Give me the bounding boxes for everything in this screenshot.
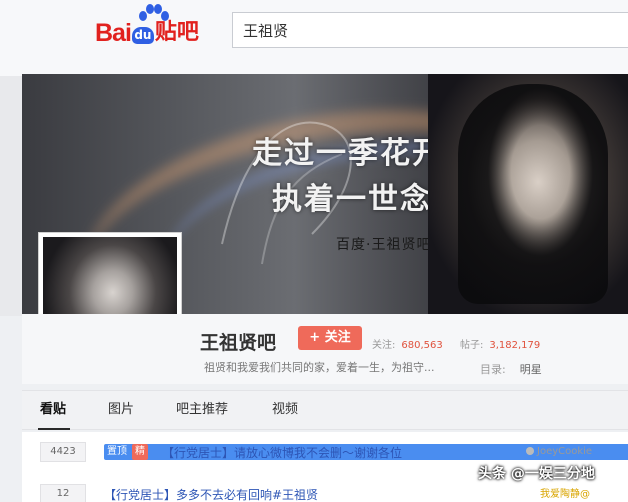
post-author[interactable]: JoeyCookie [526, 446, 592, 457]
logo-bai-text: Bai [95, 19, 132, 47]
follow-button[interactable]: + 关注 [298, 326, 362, 350]
tieba-page: Bai du 贴吧 走过一季花开 执着一世念想 百度·王祖贤吧 王祖贤吧 + 关… [0, 0, 628, 502]
banner-slogan-line1: 走过一季花开 [252, 136, 444, 171]
search-input[interactable] [233, 13, 628, 47]
followers-stat: 关注: 680,563 [372, 336, 443, 351]
user-tag-yellow: 我爱陶静@ [540, 489, 590, 500]
post-reply-count: 12 [40, 484, 86, 502]
left-background-strip [0, 76, 22, 316]
post-badge-fine: 精 [132, 444, 148, 460]
post-title[interactable]: 【行党居士】多多不去必有回响#王祖贤 [104, 486, 318, 502]
logo-paw-du: du [131, 27, 154, 44]
directory-value[interactable]: 明星 [520, 363, 542, 376]
paw-icon [139, 4, 169, 21]
forum-description: 祖贤和我爱我们共同的家，爱着一生，为祖守... [204, 361, 435, 374]
tab-posts[interactable]: 看贴 [40, 398, 66, 417]
post-title[interactable]: 【行党居士】请放心微博我不会删～谢谢各位 [162, 444, 402, 461]
posts-label: 帖子: [460, 340, 484, 351]
active-tab-indicator [38, 428, 70, 430]
followers-label: 关注: [372, 340, 396, 351]
forum-name[interactable]: 王祖贤吧 [200, 328, 276, 355]
banner-portrait-image [428, 74, 628, 314]
user-icon [526, 447, 534, 455]
toutiao-watermark: 头条 @一娱三分地 [478, 466, 595, 482]
tab-recommended[interactable]: 吧主推荐 [176, 398, 228, 417]
search-box[interactable] [232, 12, 628, 48]
banner-signature: 百度·王祖贤吧 [336, 237, 432, 253]
banner-portrait-hair [458, 84, 608, 304]
post-author-name: JoeyCookie [537, 446, 593, 457]
post-reply-count: 4423 [40, 442, 86, 462]
tab-videos[interactable]: 视频 [272, 398, 298, 417]
posts-stat: 帖子: 3,182,179 [460, 336, 540, 351]
followers-value: 680,563 [401, 340, 443, 351]
forum-directory: 目录: 明星 [480, 361, 542, 377]
directory-label: 目录: [480, 363, 506, 376]
tab-images[interactable]: 图片 [108, 398, 134, 417]
posts-value: 3,182,179 [489, 340, 541, 351]
